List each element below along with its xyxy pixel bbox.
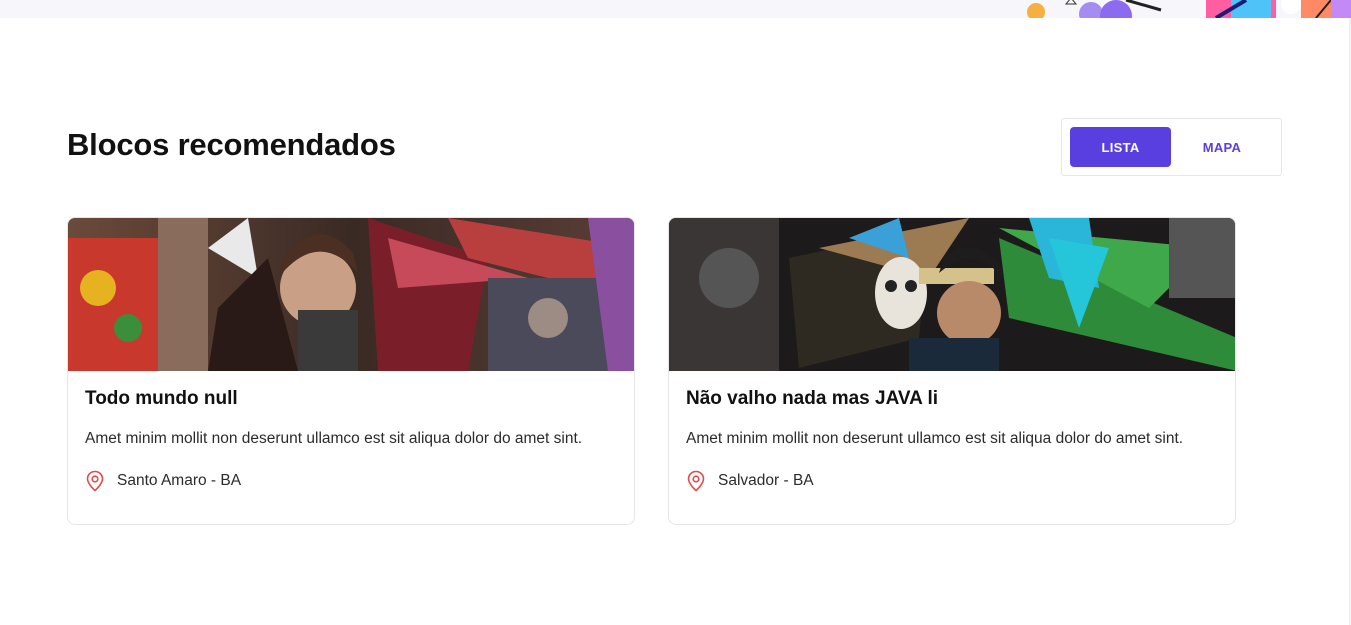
card-location: Salvador - BA [686, 470, 814, 492]
header-band [0, 0, 1351, 18]
card-photo [68, 218, 634, 371]
view-toggle: LISTA MAPA [1061, 118, 1282, 176]
bloco-card[interactable]: Todo mundo null Amet minim mollit non de… [67, 217, 635, 525]
map-view-button[interactable]: MAPA [1174, 127, 1270, 167]
card-title: Todo mundo null [85, 388, 238, 409]
card-description: Amet minim mollit non deserunt ullamco e… [686, 430, 1184, 447]
bloco-card[interactable]: Não valho nada mas JAVA li Amet minim mo… [668, 217, 1236, 525]
card-location: Santo Amaro - BA [85, 470, 241, 492]
list-view-button[interactable]: LISTA [1070, 127, 1171, 167]
card-location-text: Santo Amaro - BA [117, 472, 242, 489]
map-pin-icon [85, 470, 105, 492]
card-description: Amet minim mollit non deserunt ullamco e… [85, 430, 583, 447]
card-location-text: Salvador - BA [718, 472, 814, 489]
page-title: Blocos recomendados [67, 127, 396, 162]
card-photo [669, 218, 1235, 371]
map-pin-icon [686, 470, 706, 492]
card-title: Não valho nada mas JAVA li [686, 388, 939, 409]
header-illustration [1027, 0, 1351, 18]
